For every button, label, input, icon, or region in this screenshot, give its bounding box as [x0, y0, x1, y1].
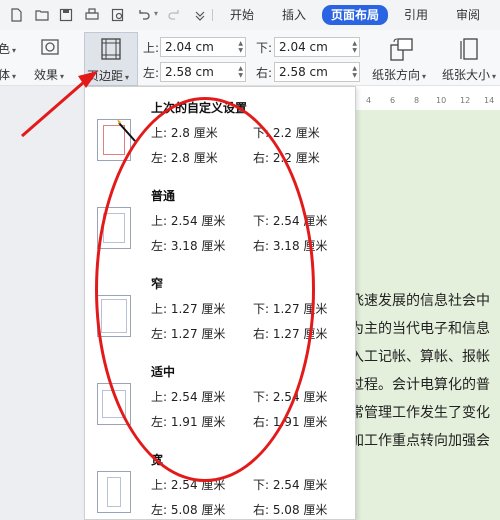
- document-text-line[interactable]: 入工记帐、算帐、报帐: [350, 346, 490, 366]
- effects-icon[interactable]: [40, 38, 60, 56]
- ruler-tick: 4: [366, 96, 372, 105]
- preset-right: 右: 5.08 厘米: [253, 503, 328, 517]
- tab-page-layout[interactable]: 页面布局: [322, 5, 389, 25]
- preset-left: 左: 5.08 厘米: [151, 503, 226, 517]
- page-orientation-label: 纸张方向: [372, 68, 421, 82]
- new-document-icon[interactable]: [8, 7, 24, 23]
- right-margin-label: 右:: [256, 66, 273, 80]
- page-size-label: 纸张大小: [442, 68, 491, 82]
- horizontal-ruler: 4 6 8 10 12 14: [350, 96, 500, 110]
- ruler-tick: 14: [484, 96, 495, 105]
- ruler-tick: 6: [390, 96, 396, 105]
- margins-label: 页边距: [87, 69, 124, 83]
- bottom-margin-label: 下:: [256, 41, 273, 55]
- print-icon[interactable]: [84, 7, 100, 23]
- left-margin-label: 左:: [143, 66, 160, 80]
- document-text-line[interactable]: 常管理工作发生了变化: [350, 402, 490, 422]
- top-margin-input[interactable]: 2.04 cm ▲ ▼: [160, 37, 246, 57]
- open-folder-icon[interactable]: [34, 7, 50, 23]
- tab-home[interactable]: 开始: [230, 6, 254, 24]
- annotation-circle: [95, 97, 315, 482]
- undo-dropdown-icon[interactable]: ▾: [154, 9, 158, 18]
- document-text-line[interactable]: 过程。会计电算化的普: [350, 374, 490, 394]
- save-icon[interactable]: [58, 7, 74, 23]
- ruler-tick: 8: [414, 96, 420, 105]
- bottom-margin-input[interactable]: 2.04 cm ▲ ▼: [274, 37, 360, 57]
- document-text-line[interactable]: 为主的当代电子和信息: [350, 318, 490, 338]
- print-preview-icon[interactable]: [110, 7, 126, 23]
- page-size-icon[interactable]: [458, 36, 480, 62]
- tab-review[interactable]: 审阅: [456, 6, 480, 24]
- effects-label: 效果: [34, 68, 59, 82]
- margin-preview-icon: [97, 471, 131, 513]
- top-margin-value: 2.04 cm: [165, 40, 214, 54]
- left-margin-input[interactable]: 2.58 cm ▲ ▼: [160, 62, 246, 82]
- margins-button[interactable]: 页边距 ▾: [84, 32, 138, 86]
- effects-button[interactable]: 效果 ▾: [34, 66, 64, 83]
- top-margin-label: 上:: [143, 41, 160, 55]
- tab-references[interactable]: 引用: [404, 6, 428, 24]
- preset-bottom: 下: 2.54 厘米: [253, 478, 328, 492]
- theme-colors-label: 色: [0, 42, 11, 56]
- document-text-line[interactable]: 加工作重点转向加强会: [350, 430, 490, 450]
- theme-colors-button[interactable]: 色 ▾: [0, 40, 16, 57]
- ruler-tick: 10: [436, 96, 447, 105]
- undo-icon[interactable]: [136, 7, 152, 23]
- redo-icon[interactable]: [166, 7, 182, 23]
- bottom-margin-value: 2.04 cm: [279, 40, 328, 54]
- page-orientation-button[interactable]: 纸张方向 ▾: [372, 66, 426, 83]
- page-orientation-icon[interactable]: [388, 36, 414, 62]
- document-page[interactable]: [355, 110, 500, 520]
- left-margin-value: 2.58 cm: [165, 65, 214, 79]
- ribbon: 色 ▾ 体 ▾ 效果 ▾ 页边距 ▾ 上: 2.04 cm ▲ ▼ 下: 2.04 cm ▲ ▼…: [0, 30, 500, 86]
- document-text-line[interactable]: 飞速发展的信息社会中: [350, 290, 490, 310]
- tab-insert[interactable]: 插入: [282, 6, 306, 24]
- ruler-tick: 12: [460, 96, 471, 105]
- toolbar-divider: [212, 9, 213, 21]
- theme-fonts-label: 体: [0, 68, 11, 82]
- page-size-button[interactable]: 纸张大小 ▾: [442, 66, 496, 83]
- document-background: [0, 86, 86, 520]
- right-margin-input[interactable]: 2.58 cm ▲ ▼: [274, 62, 360, 82]
- margins-icon: [101, 38, 121, 60]
- menu-bar: ▾ 开始 插入 页面布局 引用 审阅: [0, 0, 500, 30]
- customize-quick-access-icon[interactable]: [192, 7, 208, 23]
- theme-fonts-button[interactable]: 体 ▾: [0, 66, 16, 83]
- right-margin-value: 2.58 cm: [279, 65, 328, 79]
